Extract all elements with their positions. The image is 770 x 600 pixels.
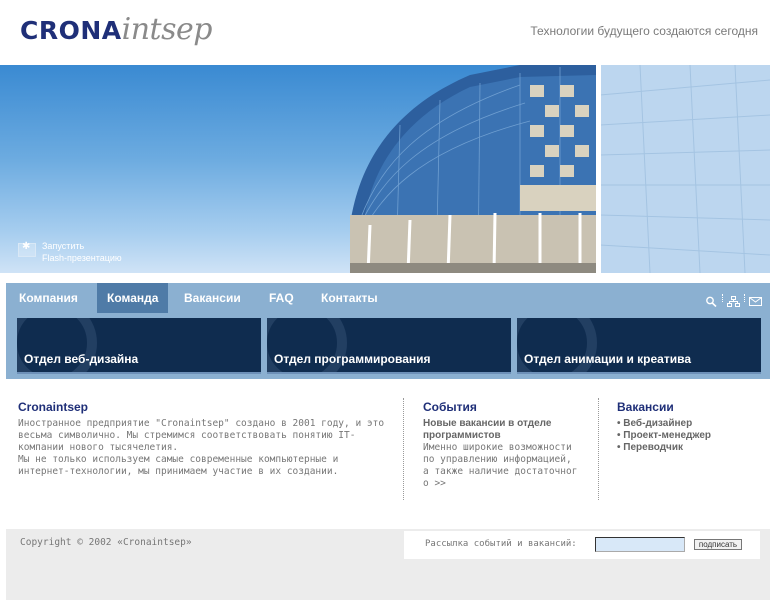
logo-intsep: intsep xyxy=(121,12,213,47)
vacancy-link[interactable]: Проект-менеджер xyxy=(617,430,757,442)
subscribe-label: Рассылка событий и вакансий: xyxy=(425,539,577,549)
mail-icon[interactable] xyxy=(749,292,762,306)
flash-icon xyxy=(18,241,36,257)
hero-separator xyxy=(0,273,770,283)
vacancies-title: Вакансии xyxy=(617,400,674,414)
events-title: События xyxy=(423,400,477,414)
nav-item-faq[interactable]: FAQ xyxy=(259,283,304,313)
vacancy-link[interactable]: Переводчик xyxy=(617,442,757,454)
flash-line-2: Flash-презентацию xyxy=(42,253,122,263)
column-divider xyxy=(403,398,404,500)
about-section: Cronaintsep Иностранное предприятие "Cro… xyxy=(18,400,388,478)
events-text[interactable]: Именно широкие возможности по управлению… xyxy=(423,442,583,490)
vacancies-section: Вакансии Веб-дизайнер Проект-менеджер Пе… xyxy=(617,400,757,454)
footer: Copyright © 2002 «Cronaintsep» Рассылка … xyxy=(6,529,770,600)
about-text: Иностранное предприятие "Cronaintsep" со… xyxy=(18,418,385,477)
flash-link-text: Запустить Flash-презентацию xyxy=(42,240,122,264)
events-section: События Новые вакансии в отделе программ… xyxy=(423,400,583,490)
departments-band: Отдел веб-дизайна Отдел программирования… xyxy=(6,313,770,379)
tagline: Технологии будущего создаются сегодня xyxy=(530,24,758,38)
nav-item-vacancies[interactable]: Вакансии xyxy=(174,283,251,313)
subscribe-box: Рассылка событий и вакансий: подписать xyxy=(404,531,760,559)
flash-presentation-link[interactable]: Запустить Flash-презентацию xyxy=(18,240,122,264)
department-label: Отдел веб-дизайна xyxy=(24,352,139,366)
department-underline xyxy=(517,372,761,374)
department-web-design[interactable]: Отдел веб-дизайна xyxy=(17,318,261,374)
main-nav: Компания Команда Вакансии FAQ Контакты xyxy=(6,283,770,313)
copyright: Copyright © 2002 «Cronaintsep» xyxy=(20,537,192,548)
subscribe-button[interactable]: подписать xyxy=(694,539,742,550)
nav-item-company[interactable]: Компания xyxy=(9,283,88,313)
department-programming[interactable]: Отдел программирования xyxy=(267,318,511,374)
column-divider xyxy=(598,398,599,500)
subscribe-email-input[interactable] xyxy=(595,537,685,552)
nav-item-contacts[interactable]: Контакты xyxy=(311,283,388,313)
vacancies-list: Веб-дизайнер Проект-менеджер Переводчик xyxy=(617,418,757,454)
tool-separator xyxy=(722,293,723,302)
nav-item-team[interactable]: Команда xyxy=(97,283,169,313)
department-underline xyxy=(267,372,511,374)
about-title: Cronaintsep xyxy=(18,400,89,414)
nav-tools xyxy=(705,292,762,308)
events-headline[interactable]: Новые вакансии в отделе программистов xyxy=(423,418,583,442)
sitemap-icon[interactable] xyxy=(727,292,740,307)
vacancy-link[interactable]: Веб-дизайнер xyxy=(617,418,757,430)
logo-crona: CRONA xyxy=(20,16,122,45)
header: CRONAintsep Технологии будущего создаютс… xyxy=(0,0,770,65)
flash-line-1: Запустить xyxy=(42,241,85,251)
logo[interactable]: CRONAintsep xyxy=(20,12,212,47)
department-underline xyxy=(17,372,261,374)
tool-separator xyxy=(744,293,745,302)
department-animation[interactable]: Отдел анимации и креатива xyxy=(517,318,761,374)
search-icon[interactable] xyxy=(705,292,718,308)
department-label: Отдел программирования xyxy=(274,352,431,366)
hero-banner: Запустить Flash-презентацию xyxy=(0,65,770,273)
department-label: Отдел анимации и креатива xyxy=(524,352,691,366)
